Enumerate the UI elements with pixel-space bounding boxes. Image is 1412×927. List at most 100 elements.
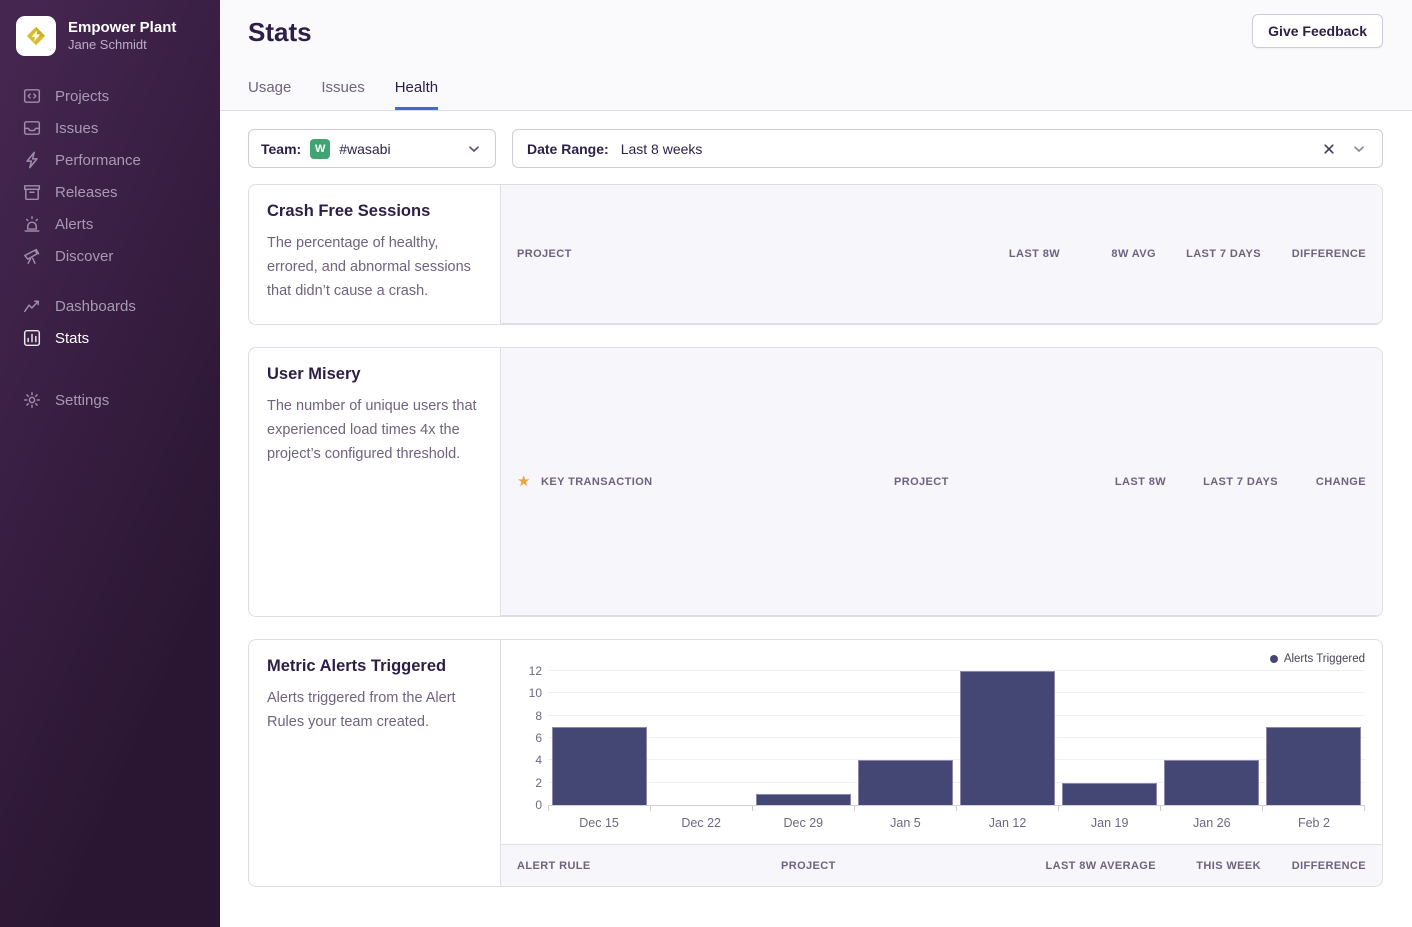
sidebar-item-label: Settings (55, 392, 109, 409)
sidebar-item-alerts[interactable]: Alerts (0, 208, 220, 240)
y-axis-tick-label: 4 (516, 753, 542, 767)
dashboards-icon (23, 297, 41, 315)
panel-title: Crash Free Sessions (267, 202, 482, 221)
sidebar-item-label: Stats (55, 330, 89, 347)
org-logo (16, 16, 56, 56)
tab-bar: Usage Issues Health (248, 79, 438, 110)
crash-free-description-card: Crash Free Sessions The percentage of he… (249, 185, 501, 324)
releases-icon (23, 183, 41, 201)
tab-issues[interactable]: Issues (321, 79, 364, 110)
team-select-label: Team: (261, 141, 301, 157)
sidebar-nav-primary: Projects Issues Performance Releases Alerts D… (0, 80, 220, 272)
user-misery-panel: User Misery The number of unique users t… (248, 347, 1383, 617)
y-axis-tick-label: 10 (516, 686, 542, 700)
tab-health[interactable]: Health (395, 79, 438, 110)
date-range-value: Last 8 weeks (621, 141, 1308, 157)
chevron-down-icon (1350, 140, 1368, 158)
x-axis-labels: Dec 15Dec 22Dec 29Jan 5Jan 12Jan 19Jan 2… (548, 816, 1365, 842)
sidebar-item-settings[interactable]: Settings (0, 384, 220, 416)
panel-description: Alerts triggered from the Alert Rules yo… (267, 686, 482, 734)
sidebar-item-issues[interactable]: Issues (0, 112, 220, 144)
projects-icon (23, 87, 41, 105)
table-row: JSjavascript99.702%99.632%0.07% ↓ (501, 324, 1382, 325)
alerts-triggered-chart: Alerts Triggered 0 2 4 6 8 10 12 Dec 15Dec 22D… (501, 640, 1382, 842)
sidebar-item-label: Releases (55, 184, 118, 201)
panel-description: The number of unique users that experien… (267, 394, 482, 466)
user-misery-table-body: ★/organizations/:orgId/stats/team/JSjava… (501, 616, 1382, 617)
y-axis-tick-label: 2 (516, 776, 542, 790)
user-misery-description-card: User Misery The number of unique users t… (249, 348, 501, 616)
clear-date-icon[interactable] (1320, 140, 1338, 158)
sidebar-item-releases[interactable]: Releases (0, 176, 220, 208)
metric-alerts-panel: Metric Alerts Triggered Alerts triggered… (248, 639, 1383, 887)
issues-icon (23, 119, 41, 137)
y-axis-tick-label: 8 (516, 709, 542, 723)
performance-icon (23, 151, 41, 169)
filter-row: Team: W #wasabi Date Range: Last 8 weeks (248, 129, 1383, 168)
panel-title: Metric Alerts Triggered (267, 657, 482, 676)
chart-legend: Alerts Triggered (518, 650, 1365, 668)
legend-label: Alerts Triggered (1284, 653, 1365, 665)
tab-usage[interactable]: Usage (248, 79, 291, 110)
chevron-down-icon (465, 140, 483, 158)
empower-plant-logo-icon (23, 23, 49, 49)
sidebar-item-projects[interactable]: Projects (0, 80, 220, 112)
y-axis-tick-label: 12 (516, 664, 542, 678)
alerts-icon (23, 215, 41, 233)
metric-alerts-chart-section: Alerts Triggered 0 2 4 6 8 10 12 Dec 15Dec 22D… (501, 640, 1382, 886)
sidebar-item-label: Alerts (55, 216, 93, 233)
bar-jan-12 (960, 671, 1055, 805)
sidebar-nav-secondary: Dashboards Stats (0, 290, 220, 354)
x-axis-label: Dec 29 (752, 816, 854, 830)
sidebar-item-label: Projects (55, 88, 109, 105)
org-name: Empower Plant (68, 19, 176, 38)
sidebar-nav-footer: Settings (0, 384, 220, 416)
team-select[interactable]: Team: W #wasabi (248, 129, 496, 168)
panel-description: The percentage of healthy, errored, and … (267, 231, 482, 303)
x-axis-label: Jan 26 (1161, 816, 1263, 830)
sidebar-item-label: Discover (55, 248, 113, 265)
bar-dec-29 (756, 794, 851, 805)
sidebar-item-stats[interactable]: Stats (0, 322, 220, 354)
bar-jan-19 (1062, 783, 1157, 805)
user-name: Jane Schmidt (68, 37, 176, 53)
y-axis-tick-label: 0 (516, 798, 542, 812)
crash-free-table: Project Last 8W 8W Avg Last 7 Days Diffe… (501, 185, 1382, 324)
sidebar: Empower Plant Jane Schmidt Projects Issue… (0, 0, 220, 927)
chart-bars (548, 672, 1365, 805)
x-axis-label: Dec 22 (650, 816, 752, 830)
crash-free-sessions-panel: Crash Free Sessions The percentage of he… (248, 184, 1383, 325)
user-misery-table: ★ Key Transaction Project Last 8W Last 7… (501, 348, 1382, 616)
alert-rules-table-header: Alert Rule Project Last 8W Average This … (501, 844, 1382, 886)
metric-alerts-description-card: Metric Alerts Triggered Alerts triggered… (249, 640, 501, 886)
sidebar-item-dashboards[interactable]: Dashboards (0, 290, 220, 322)
discover-icon (23, 247, 41, 265)
x-axis-ticks (548, 806, 1365, 811)
sidebar-item-label: Issues (55, 120, 98, 137)
date-range-select[interactable]: Date Range: Last 8 weeks (512, 129, 1383, 168)
settings-icon (23, 391, 41, 409)
panel-title: User Misery (267, 365, 482, 384)
y-axis-tick-label: 6 (516, 731, 542, 745)
table-row: ★/organizations/:orgId/stats/team/JSjava… (501, 616, 1382, 617)
sidebar-item-performance[interactable]: Performance (0, 144, 220, 176)
org-switcher[interactable]: Empower Plant Jane Schmidt (0, 0, 220, 80)
x-axis-label: Jan 19 (1059, 816, 1161, 830)
give-feedback-button[interactable]: Give Feedback (1252, 14, 1383, 48)
user-misery-table-header: ★ Key Transaction Project Last 8W Last 7… (501, 348, 1382, 616)
sidebar-item-label: Performance (55, 152, 141, 169)
team-avatar: W (310, 139, 330, 159)
bar-dec-15 (552, 727, 647, 805)
page-header: Stats Give Feedback Usage Issues Health (220, 0, 1412, 111)
star-icon: ★ (517, 474, 530, 489)
sidebar-item-label: Dashboards (55, 298, 136, 315)
bar-feb-2 (1266, 727, 1361, 805)
date-range-label: Date Range: (527, 141, 609, 157)
team-select-value: #wasabi (339, 141, 456, 157)
x-axis-label: Jan 5 (854, 816, 956, 830)
bar-jan-26 (1164, 760, 1259, 805)
sidebar-item-discover[interactable]: Discover (0, 240, 220, 272)
bar-jan-5 (858, 760, 953, 805)
crash-free-table-body: JSjavascript99.702%99.632%0.07% ↓sentry9… (501, 324, 1382, 325)
x-axis-label: Dec 15 (548, 816, 650, 830)
